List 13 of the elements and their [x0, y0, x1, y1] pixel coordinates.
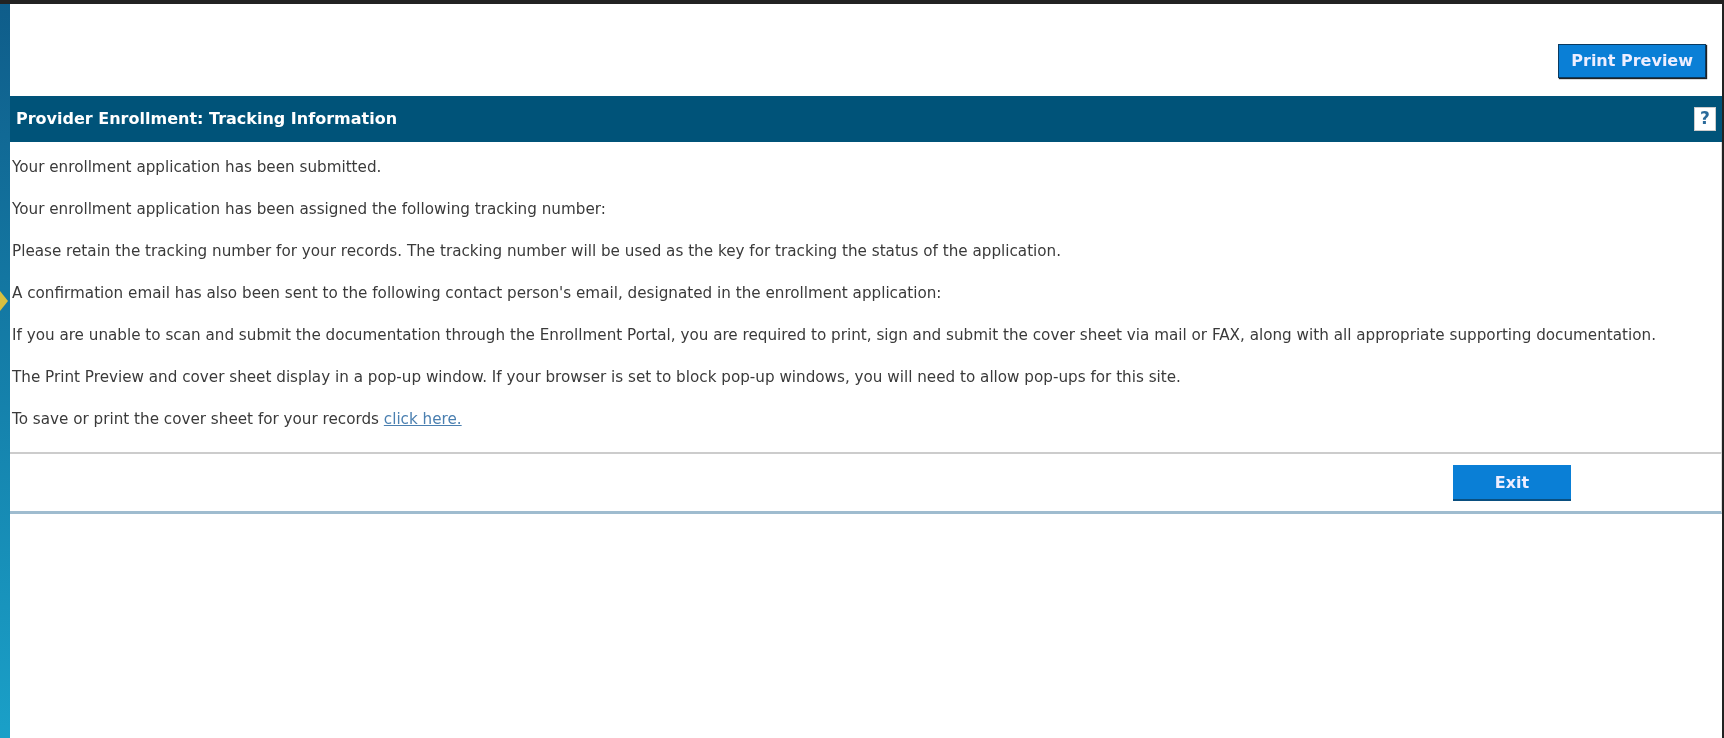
paragraph: Your enrollment application has been submitted.	[12, 158, 383, 176]
exit-button[interactable]: Exit	[1453, 464, 1571, 501]
help-button[interactable]: ?	[1694, 107, 1716, 131]
paragraph: If you are unable to scan and submit the documentation through the Enrollment Portal, you are required to print, sign and submit the cover sheet via mail or FAX, along with all appropriate supporting documentation.	[12, 326, 1657, 344]
paragraph: To save or print the cover sheet for your records click here.	[12, 410, 463, 428]
panel-title: Provider Enrollment: Tracking Information	[16, 108, 398, 130]
link[interactable]: click here.	[383, 410, 462, 428]
paragraph: Please retain the tracking number for your records. The tracking number will be used as the key for tracking the status of the application.	[12, 242, 1063, 260]
paragraph: A confirmation email has also been sent to the following contact person's email, designated in the enrollment application:	[12, 284, 943, 302]
print-preview-button[interactable]: Print Preview	[1558, 44, 1706, 78]
paragraph: The Print Preview and cover sheet display in a pop-up window. If your browser is set to block pop-up windows, you will need to allow pop-ups for this site.	[12, 368, 1182, 386]
paragraph: Your enrollment application has been assigned the following tracking number:	[12, 200, 607, 218]
triangle-icon	[0, 291, 8, 311]
